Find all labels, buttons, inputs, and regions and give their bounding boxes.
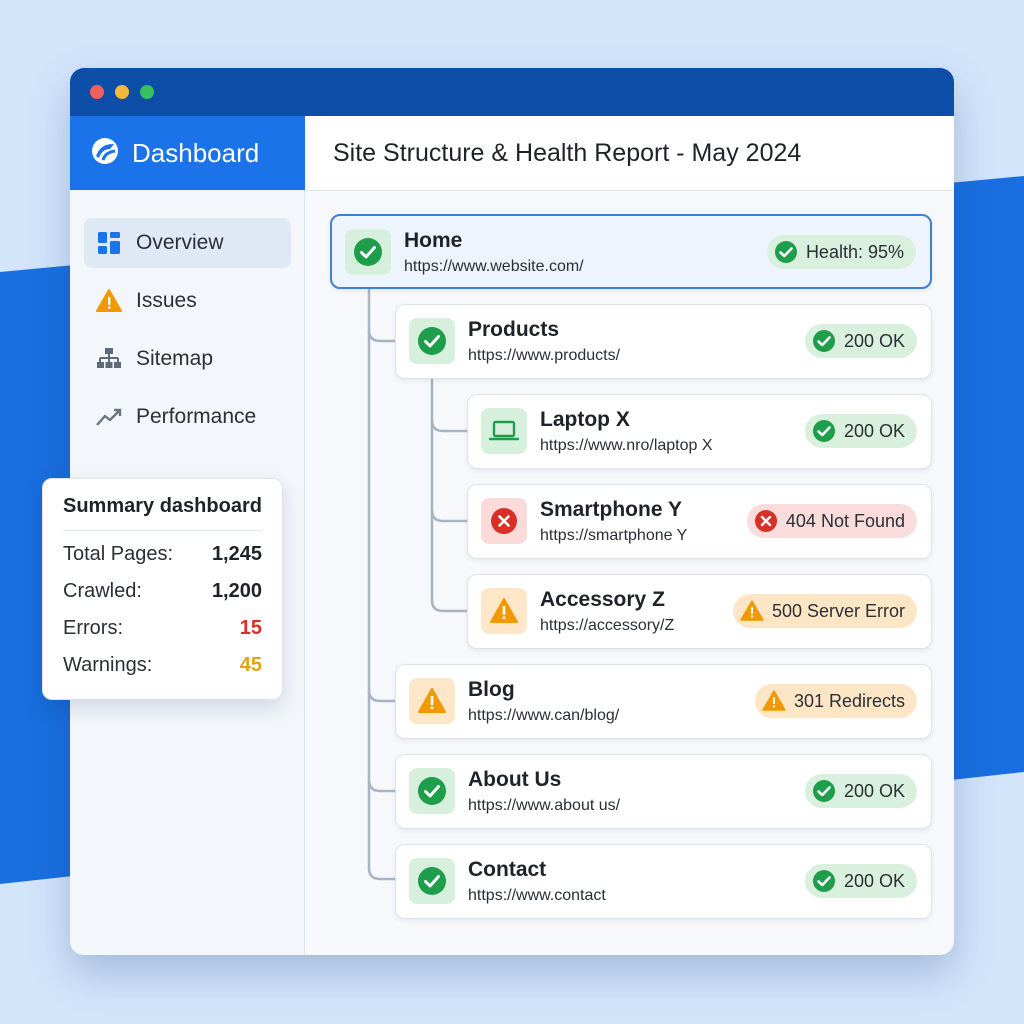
status-badge: 200 OK [804,774,917,808]
check-circle-icon [812,330,835,352]
summary-value: 1,245 [211,543,262,565]
status-badge: 200 OK [804,864,917,898]
status-error-icon [481,498,527,544]
status-warning-icon [409,678,455,724]
summary-label: Errors: [63,617,123,639]
status-badge: 200 OK [804,324,917,358]
tree-node-blog[interactable]: Blog https://www.can/blog/ 301 Redirects [395,664,932,739]
status-ok-icon [409,858,455,904]
node-title: Products [468,318,560,341]
node-url[interactable]: https://www.can/blog/ [468,707,619,725]
node-url[interactable]: https://www.website.com/ [404,258,584,276]
summary-value: 1,200 [211,580,262,602]
status-badge-text: 200 OK [843,780,905,801]
laptop-icon [481,408,527,454]
tree-node-about[interactable]: About Us https://www.about us/ 200 OK [395,754,932,829]
status-badge: Health: 95% [766,235,916,269]
node-title: Accessory Z [540,588,665,611]
status-badge: 200 OK [804,414,917,448]
node-url[interactable]: https://www.contact [468,887,606,905]
node-title: Blog [468,678,515,701]
node-url[interactable]: https://www.products/ [468,347,620,365]
status-badge-text: 200 OK [843,870,905,891]
tree-node-products[interactable]: Products https://www.products/ 200 OK [395,304,932,379]
error-circle-icon [754,510,777,532]
check-circle-icon [812,420,835,442]
node-title: Contact [468,858,547,881]
summary-label: Crawled: [63,580,142,602]
check-circle-icon [812,870,835,892]
warning-triangle-icon [762,690,786,711]
node-title: Laptop X [540,408,630,431]
status-badge: 301 Redirects [754,684,917,718]
node-title: Home [404,229,463,252]
summary-value: 45 [239,654,262,676]
status-badge: 404 Not Found [746,504,917,538]
warning-triangle-icon [740,600,764,621]
summary-row-total-pages: Total Pages: 1,245 [63,543,262,580]
summary-label: Total Pages: [63,543,174,565]
node-title: About Us [468,768,562,791]
status-badge-text: 200 OK [843,420,905,441]
node-url[interactable]: https://www.nro/laptop X [540,437,713,455]
check-circle-icon [774,241,797,263]
status-badge-text: 500 Server Error [771,600,905,621]
status-ok-icon [345,229,391,275]
tree-node-contact[interactable]: Contact https://www.contact 200 OK [395,844,932,919]
status-badge: 500 Server Error [732,594,917,628]
node-title: Smartphone Y [540,498,682,521]
summary-card: Summary dashboard Total Pages: 1,245 Cra… [42,478,283,700]
node-url[interactable]: https://www.about us/ [468,797,620,815]
status-badge-text: Health: 95% [805,241,904,262]
node-url[interactable]: https://smartphone Y [540,527,687,545]
tree-node-laptop[interactable]: Laptop X https://www.nro/laptop X 200 OK [467,394,932,469]
status-badge-text: 301 Redirects [793,690,905,711]
summary-row-errors: Errors: 15 [63,617,262,654]
summary-label: Warnings: [63,654,153,676]
summary-value: 15 [239,617,262,639]
summary-title: Summary dashboard [63,495,262,531]
status-warning-icon [481,588,527,634]
check-circle-icon [812,780,835,802]
summary-row-warnings: Warnings: 45 [63,654,262,691]
status-ok-icon [409,318,455,364]
tree-node-accessory[interactable]: Accessory Z https://accessory/Z 500 Serv… [467,574,932,649]
tree-node-smartphone[interactable]: Smartphone Y https://smartphone Y 404 No… [467,484,932,559]
status-badge-text: 404 Not Found [785,510,905,531]
status-ok-icon [409,768,455,814]
node-url[interactable]: https://accessory/Z [540,617,674,635]
tree-node-home[interactable]: Home https://www.website.com/ Health: 95… [330,214,932,289]
summary-row-crawled: Crawled: 1,200 [63,580,262,617]
status-badge-text: 200 OK [843,330,905,351]
